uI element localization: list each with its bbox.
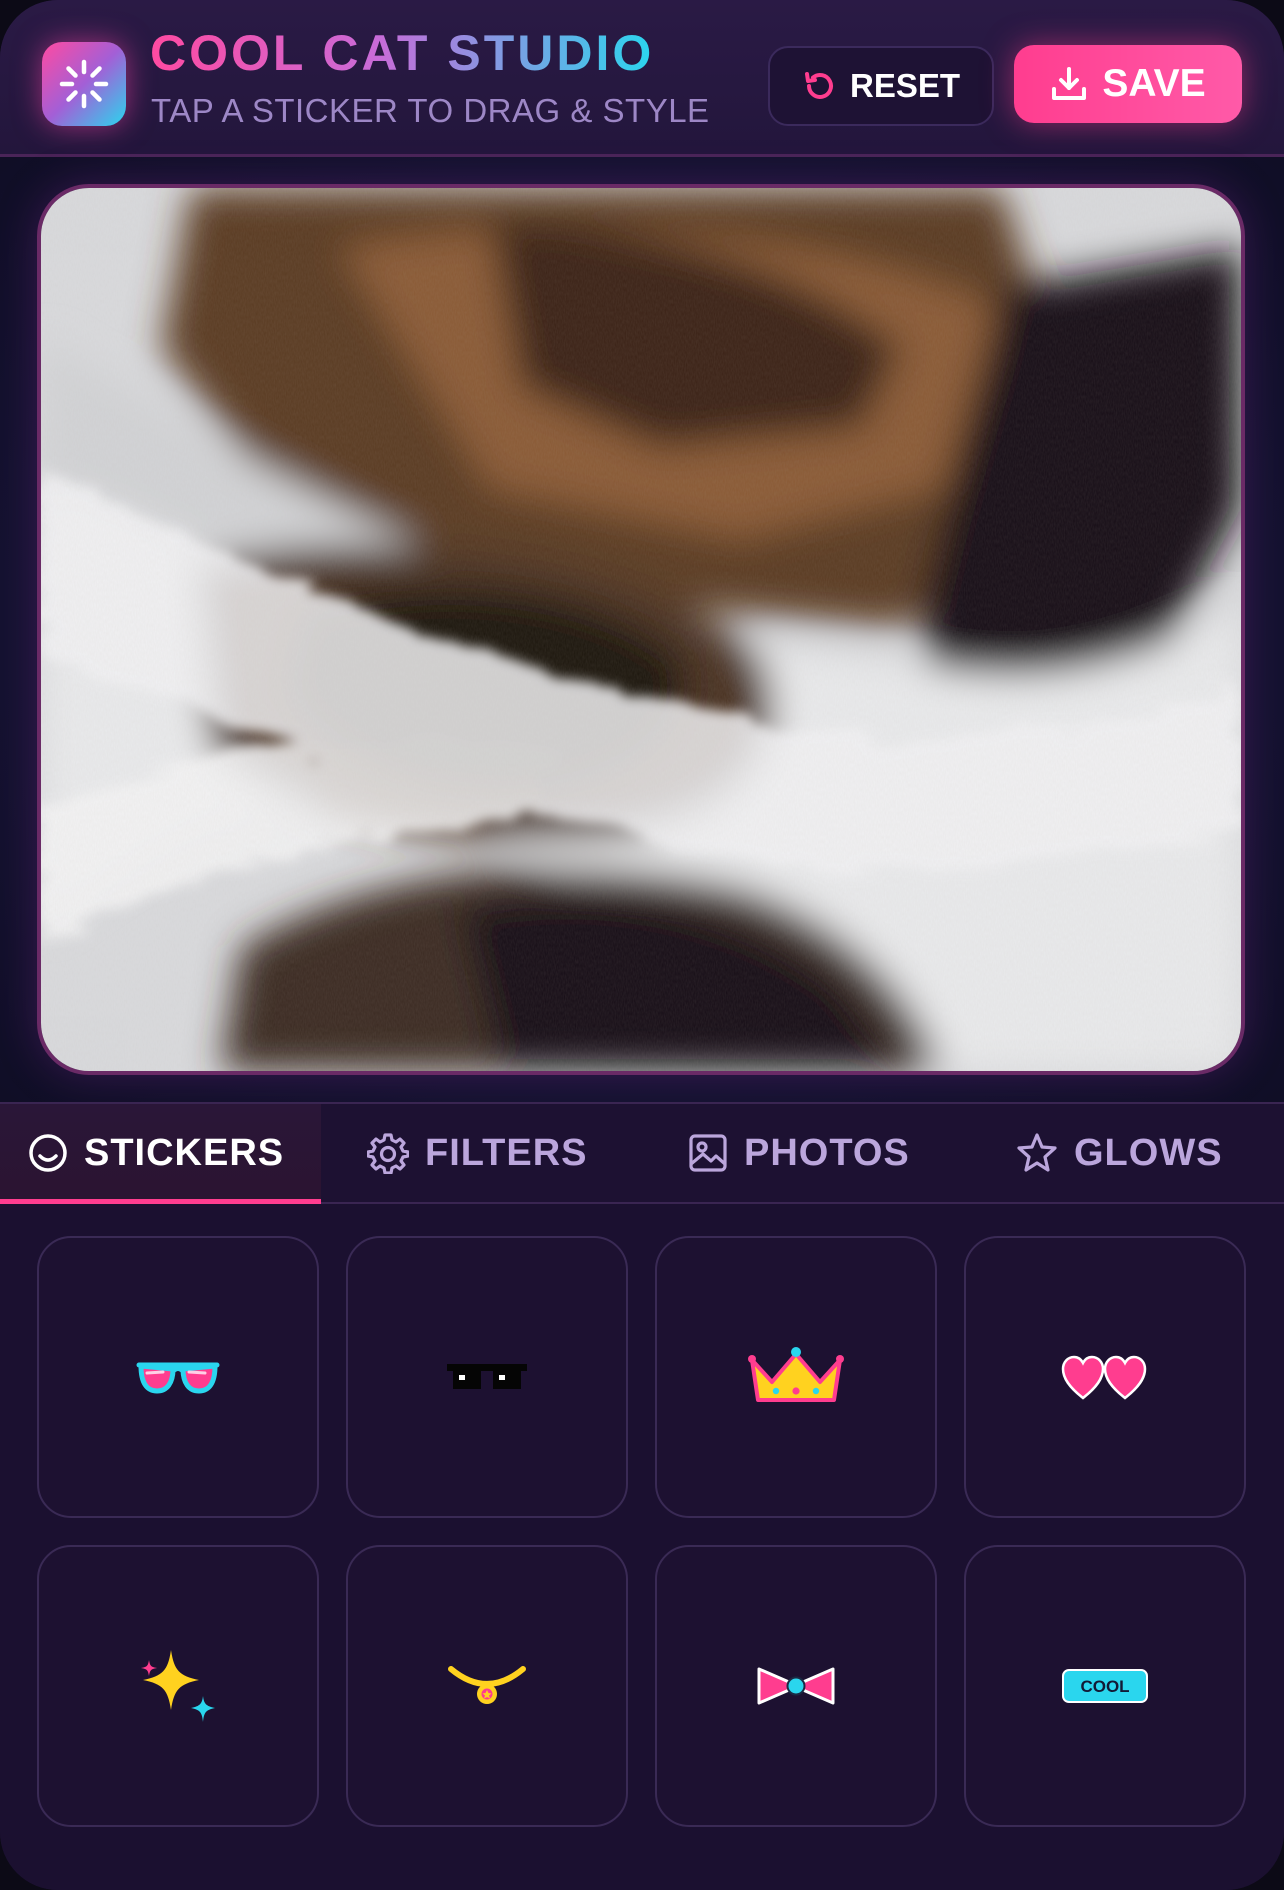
crown-icon [748, 1347, 844, 1402]
tab-glows[interactable]: GLOWS [1016, 1104, 1223, 1202]
sticker-tile-hearts[interactable] [964, 1236, 1246, 1518]
bow-tie-icon [757, 1667, 835, 1705]
sparkles-icon [141, 1650, 215, 1722]
sticker-tile-bowtie[interactable] [655, 1545, 937, 1827]
tab-label: PHOTOS [744, 1131, 910, 1174]
image-icon [689, 1134, 727, 1172]
double-heart-icon [1061, 1355, 1147, 1400]
gear-icon [367, 1133, 409, 1174]
app-header: COOL CAT STUDIO TAP A STICKER TO DRAG & … [0, 0, 1284, 157]
app-logo [42, 42, 126, 126]
sticker-grid: COOL [0, 1204, 1284, 1890]
sticker-tile-pixel-glasses[interactable] [346, 1236, 628, 1518]
download-icon [1052, 67, 1087, 100]
cool-badge-icon: COOL [1062, 1669, 1148, 1703]
heart-sunglasses-icon [136, 1362, 220, 1394]
sticker-tile-heart-glasses[interactable] [37, 1236, 319, 1518]
necklace-icon [448, 1666, 526, 1704]
app-subtitle: TAP A STICKER TO DRAG & STYLE [151, 92, 710, 129]
cool-badge-text: COOL [1080, 1677, 1129, 1696]
save-label: SAVE [1102, 62, 1206, 105]
tab-bar: STICKERS FILTERS PHOTOS GLOWS [0, 1102, 1284, 1204]
smiley-icon [29, 1134, 67, 1172]
save-button[interactable]: SAVE [1014, 45, 1242, 123]
tab-label: GLOWS [1074, 1131, 1223, 1174]
sparkle-burst-icon [59, 59, 109, 109]
app-title: COOL CAT STUDIO [150, 25, 655, 81]
reset-button[interactable]: RESET [768, 46, 994, 126]
editor-stage [0, 157, 1284, 1102]
tab-stickers[interactable]: STICKERS [0, 1104, 321, 1204]
sticker-tile-necklace[interactable] [346, 1545, 628, 1827]
tab-label: FILTERS [425, 1131, 588, 1174]
tab-label: STICKERS [84, 1131, 285, 1174]
sticker-tile-crown[interactable] [655, 1236, 937, 1518]
rotate-ccw-icon [804, 72, 833, 99]
cat-photo [41, 188, 1241, 1071]
star-icon [1017, 1133, 1057, 1172]
photo-canvas[interactable] [37, 184, 1245, 1075]
reset-label: RESET [849, 67, 961, 104]
tab-filters[interactable]: FILTERS [367, 1104, 588, 1202]
pixel-sunglasses-icon [447, 1364, 527, 1389]
tab-photos[interactable]: PHOTOS [688, 1104, 910, 1202]
sticker-tile-sparkles[interactable] [37, 1545, 319, 1827]
sticker-tile-cool-badge[interactable]: COOL [964, 1545, 1246, 1827]
app-window: COOL CAT STUDIO TAP A STICKER TO DRAG & … [0, 0, 1284, 1890]
